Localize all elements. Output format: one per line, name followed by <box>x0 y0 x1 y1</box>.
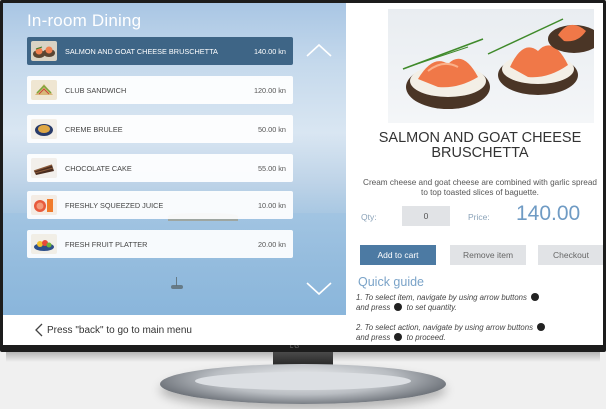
juice-thumbnail <box>31 195 57 215</box>
menu-item-price: 55.00 kn <box>258 163 286 173</box>
scroll-down-button[interactable] <box>303 279 335 297</box>
tv-bezel: LG In-room Dining SALMON AND GOAT CHEESE… <box>0 0 606 352</box>
menu-item-club-sandwich[interactable]: CLUB SANDWICH 120.00 kn <box>27 76 293 104</box>
menu-item-fresh-fruit-platter[interactable]: FRESH FRUIT PLATTER 20.00 kn <box>27 230 293 258</box>
menu-item-name: CREME BRULEE <box>65 124 123 134</box>
price-value: 140.00 <box>516 202 581 225</box>
dish-description: Cream cheese and goat cheese are combine… <box>363 178 597 197</box>
menu-item-name: CLUB SANDWICH <box>65 85 127 95</box>
quantity-field[interactable]: 0 <box>402 206 450 226</box>
quick-guide-step-1: 1. To select item, navigate by using arr… <box>356 293 601 313</box>
tv-screen: In-room Dining SALMON AND GOAT CHEESE BR… <box>3 3 603 345</box>
bruschetta-photo <box>388 9 594 123</box>
price-label: Price: <box>468 212 490 222</box>
menu-item-name: SALMON AND GOAT CHEESE BRUSCHETTA <box>65 46 218 56</box>
add-to-cart-button[interactable]: Add to cart <box>360 245 436 265</box>
bruschetta-thumbnail <box>31 41 57 61</box>
boat-background <box>171 285 183 289</box>
menu-item-chocolate-cake[interactable]: CHOCOLATE CAKE 55.00 kn <box>27 154 293 182</box>
checkout-button[interactable]: Checkout <box>538 245 603 265</box>
creme-brulee-thumbnail <box>31 119 57 139</box>
menu-item-price: 140.00 kn <box>253 46 286 56</box>
ok-button-icon <box>394 333 403 341</box>
menu-item-price: 50.00 kn <box>258 124 286 134</box>
menu-item-name: FRESH FRUIT PLATTER <box>65 239 148 249</box>
chevron-up-icon <box>306 43 332 57</box>
dish-title: SALMON AND GOAT CHEESE BRUSCHETTA <box>378 130 582 161</box>
guide-text: to proceed. <box>406 333 446 342</box>
page-title: In-room Dining <box>27 11 142 30</box>
back-instruction: Press "back" to go to main menu <box>47 324 192 336</box>
menu-item-salmon-bruschetta[interactable]: SALMON AND GOAT CHEESE BRUSCHETTA 140.00… <box>27 37 293 65</box>
quantity-label: Qty: <box>361 212 377 222</box>
menu-item-name: CHOCOLATE CAKE <box>65 163 132 173</box>
menu-item-price: 120.00 kn <box>253 85 286 95</box>
chevron-left-icon <box>35 323 43 337</box>
arrow-button-icon <box>531 293 540 301</box>
detail-pane: SALMON AND GOAT CHEESE BRUSCHETTA Cream … <box>346 3 603 345</box>
quick-guide-title: Quick guide <box>358 275 425 289</box>
menu-item-name: FRESHLY SQUEEZED JUICE <box>65 200 164 210</box>
menu-item-price: 10.00 kn <box>258 200 286 210</box>
menu-item-creme-brulee[interactable]: CREME BRULEE 50.00 kn <box>27 115 293 143</box>
menu-item-freshly-squeezed-juice[interactable]: FRESHLY SQUEEZED JUICE 10.00 kn <box>27 191 293 219</box>
fruit-platter-thumbnail <box>31 234 57 254</box>
guide-text: 2. To select action, navigate by using a… <box>356 323 533 332</box>
menu-item-price: 20.00 kn <box>258 239 286 249</box>
guide-text: and press <box>356 303 391 312</box>
tv-stand-inner <box>195 372 411 390</box>
menu-pane: In-room Dining SALMON AND GOAT CHEESE BR… <box>3 3 346 345</box>
guide-text: to set quantity. <box>406 303 457 312</box>
sandwich-thumbnail <box>31 80 57 100</box>
ok-button-icon <box>394 303 403 311</box>
chevron-down-icon <box>306 282 332 296</box>
back-to-main-menu[interactable]: Press "back" to go to main menu <box>3 315 346 345</box>
arrow-button-icon <box>537 323 546 331</box>
remove-item-button[interactable]: Remove item <box>450 245 526 265</box>
chocolate-cake-thumbnail <box>31 158 57 178</box>
guide-text: and press <box>356 333 391 342</box>
scroll-up-button[interactable] <box>303 41 335 59</box>
quick-guide-step-2: 2. To select action, navigate by using a… <box>356 323 601 343</box>
guide-text: 1. To select item, navigate by using arr… <box>356 293 527 302</box>
